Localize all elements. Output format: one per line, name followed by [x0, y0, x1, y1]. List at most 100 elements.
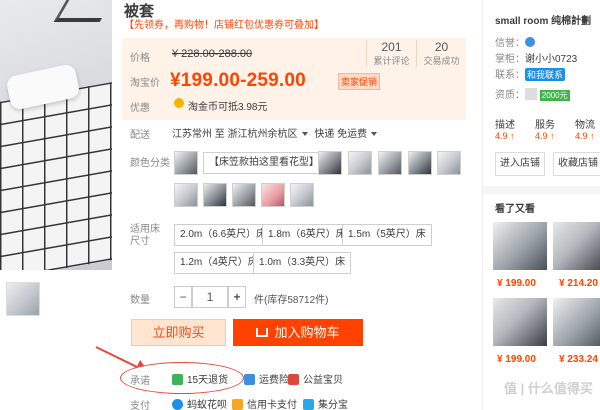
keeper-row: 掌柜：谢小小0723: [495, 50, 577, 65]
certificate-icon: [525, 88, 537, 100]
huabei-icon: [172, 399, 183, 410]
recommend-item-image[interactable]: [493, 222, 547, 270]
heart-icon: [288, 374, 299, 385]
credit-label: 信誉：: [495, 38, 525, 49]
size-option-1-0m[interactable]: 1.0m（3.3英尺）床: [253, 252, 352, 274]
recommend-item-image[interactable]: [493, 298, 547, 346]
recommend-item-price[interactable]: ¥ 199.00: [497, 354, 536, 365]
recommend-item-image[interactable]: [553, 298, 600, 346]
price-label: 价格: [130, 53, 150, 64]
return-15-days[interactable]: 15天退货: [172, 371, 228, 386]
gallery-thumbnail[interactable]: [6, 282, 40, 316]
size-label: 适用床尺寸: [130, 224, 160, 247]
color-option-9[interactable]: [232, 183, 256, 207]
review-count-label: 累计评论: [373, 56, 410, 66]
color-option-6[interactable]: [437, 151, 461, 175]
enter-shop-button[interactable]: 进入店铺: [495, 152, 545, 176]
shipping-insurance-icon: [244, 374, 255, 385]
color-option-7[interactable]: [174, 183, 198, 207]
color-option-5[interactable]: [408, 151, 432, 175]
contact-label: 联系：: [495, 70, 525, 81]
color-option-2[interactable]: [318, 151, 342, 175]
coin-discount-text: 淘金币可抵3.98元: [188, 102, 268, 113]
credit-row: 信誉：: [495, 34, 535, 49]
ship-destination: 浙江杭州余杭区: [227, 129, 298, 140]
dsr-score: 4.9 ↑: [535, 131, 555, 141]
taobao-price-label: 淘宝价: [130, 78, 160, 89]
charity-item[interactable]: 公益宝贝: [288, 371, 343, 386]
size-option-1-2m[interactable]: 1.2m（4英尺）床: [174, 252, 264, 274]
add-to-cart-button[interactable]: 加入购物车: [233, 319, 363, 346]
color-option-3[interactable]: [348, 151, 372, 175]
jifenbao-icon: [303, 399, 314, 410]
quantity-increase-button[interactable]: +: [228, 286, 246, 308]
size-option-1-5m[interactable]: 1.5m（5英尺）床: [342, 224, 432, 246]
freight-insurance[interactable]: 运费险: [244, 371, 289, 386]
dsr-label: 服务: [535, 120, 555, 131]
quality-badge[interactable]: 2000元: [539, 90, 570, 101]
color-option-11[interactable]: [290, 183, 314, 207]
recommend-item-image[interactable]: [553, 222, 600, 270]
dsr-score: 4.9 ↑: [495, 131, 515, 141]
promo-text: 【先领券，再购物！店铺红包优惠券可叠加】: [124, 20, 324, 31]
size-option-1-8m[interactable]: 1.8m（6英尺）床: [262, 224, 352, 246]
trade-count-stat: 20 交易成功: [416, 40, 466, 67]
cart-icon: [256, 328, 269, 338]
return-text: 15天退货: [187, 375, 229, 386]
contact-row: 联系： 和我联系: [495, 66, 566, 81]
payment-label: 支付: [130, 401, 150, 410]
keeper-label: 掌柜：: [495, 54, 525, 65]
dsr-logistics: 物流 4.9 ↑: [575, 116, 595, 141]
sidebar-divider: [483, 186, 600, 194]
ship-method-select[interactable]: 快递 免运费: [314, 129, 381, 140]
color-option-text[interactable]: 【床笠款拍这里看花型】: [203, 152, 325, 174]
shop-sidebar: small room 纯棉計劃 信誉： 掌柜：谢小小0723 联系： 和我联系 资…: [482, 0, 600, 410]
quantity-input[interactable]: 1: [192, 286, 228, 308]
dsr-label: 描述: [495, 120, 515, 131]
return-icon: [172, 374, 183, 385]
coin-icon: [174, 98, 184, 108]
contact-button[interactable]: 和我联系: [525, 68, 566, 81]
huabei-pay[interactable]: 蚂蚁花呗: [172, 396, 227, 410]
color-option-10[interactable]: [261, 183, 285, 207]
color-option-8[interactable]: [203, 183, 227, 207]
review-count: 201: [381, 40, 402, 54]
credit-card-pay[interactable]: 信用卡支付: [232, 396, 297, 410]
bedding-pattern: [0, 82, 112, 270]
credit-badge-icon: [525, 37, 535, 47]
quantity-decrease-button[interactable]: −: [174, 286, 192, 308]
add-to-cart-label: 加入购物车: [274, 325, 340, 340]
seller-promo-tag[interactable]: 卖家促销: [338, 73, 381, 90]
ship-to-word: 至: [214, 129, 225, 140]
charity-text: 公益宝贝: [303, 375, 343, 386]
size-option-2m[interactable]: 2.0m（6.6英尺）床: [174, 224, 273, 246]
review-count-stat[interactable]: 201 累计评论: [366, 40, 416, 67]
delivery-label: 配送: [130, 130, 150, 141]
keeper-name[interactable]: 谢小小0723: [525, 54, 577, 65]
discount-label: 优惠: [130, 103, 150, 114]
color-option-1[interactable]: [174, 151, 198, 175]
buy-now-button[interactable]: 立即购买: [131, 319, 226, 346]
favorite-shop-button[interactable]: 收藏店铺: [553, 152, 600, 176]
quantity-label: 数量: [130, 295, 150, 306]
jifenbao-pay[interactable]: 集分宝: [303, 396, 348, 410]
trade-count-label: 交易成功: [423, 56, 460, 66]
annotation-arrow: [95, 346, 138, 369]
dsr-description: 描述 4.9 ↑: [495, 116, 515, 141]
shop-name[interactable]: small room 纯棉計劃: [495, 12, 591, 27]
dsr-service: 服务 4.9 ↑: [535, 116, 555, 141]
color-option-4[interactable]: [378, 151, 402, 175]
recommend-item-price[interactable]: ¥ 233.24: [559, 354, 598, 365]
recommend-item-price[interactable]: ¥ 199.00: [497, 278, 536, 289]
ship-method: 快递 免运费: [314, 129, 368, 140]
stock-text: 件(库存58712件): [254, 295, 329, 306]
credit-card-text: 信用卡支付: [247, 400, 297, 410]
main-product-image[interactable]: [0, 0, 112, 270]
recommend-item-price[interactable]: ¥ 214.20: [559, 278, 598, 289]
delivery-info: 江苏常州 至 浙江杭州余杭区 快递 免运费: [172, 125, 381, 140]
credit-card-icon: [232, 399, 243, 410]
chevron-down-icon: [371, 132, 378, 137]
ship-destination-select[interactable]: 浙江杭州余杭区: [228, 129, 312, 140]
lamp-shape: [53, 0, 112, 22]
watermark: 值 | 什么值得买: [504, 381, 593, 396]
